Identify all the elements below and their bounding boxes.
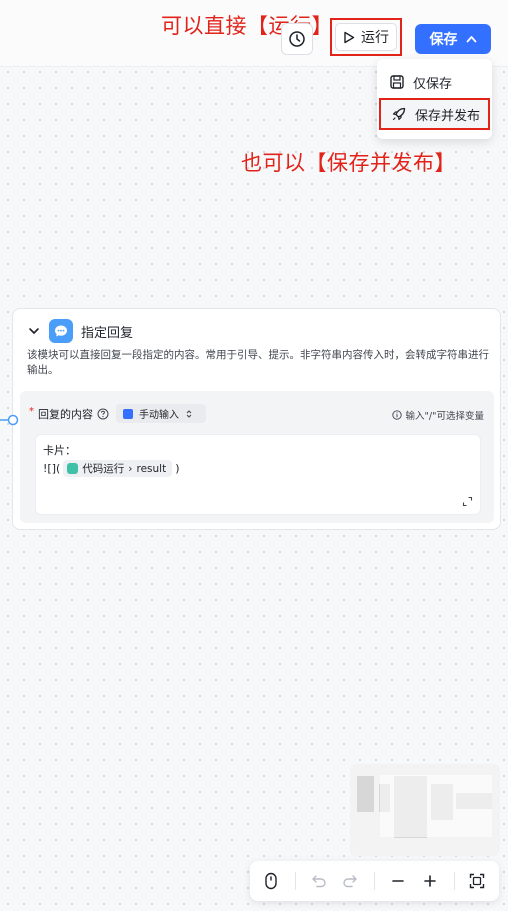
help-icon[interactable] xyxy=(97,408,109,420)
info-icon xyxy=(391,410,402,420)
variable-chip[interactable]: 代码运行 › result xyxy=(63,460,173,477)
save-label: 保存 xyxy=(429,32,458,48)
field-label-text: 回复的内容 xyxy=(38,408,93,421)
chevron-down-icon[interactable] xyxy=(27,324,41,338)
save-icon xyxy=(390,75,404,89)
undo-icon xyxy=(312,875,326,888)
menu-item-label: 保存并发布 xyxy=(415,108,481,124)
chevron-up-icon xyxy=(466,36,476,43)
reply-content-section: * 回复的内容 手动输入 输入"/"可选择变量 卡片： ![](代码运行 › … xyxy=(20,391,494,523)
history-button[interactable] xyxy=(281,23,313,55)
zoom-out-button[interactable] xyxy=(386,869,410,893)
hint-text: 输入"/"可选择变量 xyxy=(405,411,484,422)
toolbar-divider xyxy=(454,872,455,890)
run-button-highlight: 运行 xyxy=(330,18,402,56)
run-button[interactable]: 运行 xyxy=(335,23,397,51)
toolbar-divider xyxy=(374,872,375,890)
code-node-icon xyxy=(67,463,79,474)
redo-button[interactable] xyxy=(338,869,362,893)
minimap[interactable] xyxy=(350,764,500,856)
reply-node[interactable]: 指定回复 该模块可以直接回复一段指定的内容。常用于引导、提示。非字符串内容传入时… xyxy=(12,308,501,530)
minus-icon xyxy=(392,880,404,882)
plus-icon xyxy=(424,875,436,887)
zoom-in-button[interactable] xyxy=(418,869,442,893)
variable-separator: › xyxy=(128,462,133,475)
fit-view-button[interactable] xyxy=(465,869,489,893)
undo-button[interactable] xyxy=(307,869,331,893)
node-input-port-icon[interactable] xyxy=(0,414,20,426)
variable-name: result xyxy=(136,462,167,475)
variable-node-name: 代码运行 xyxy=(82,463,125,475)
input-mode-select[interactable]: 手动输入 xyxy=(116,404,206,423)
redo-icon xyxy=(343,875,357,888)
mouse-icon xyxy=(265,872,277,890)
menu-item-save-publish[interactable]: 保存并发布 xyxy=(379,98,490,130)
node-title: 指定回复 xyxy=(81,325,134,341)
annotation-publish: 也可以【保存并发布】 xyxy=(241,151,456,175)
play-icon xyxy=(344,31,355,43)
expand-icon[interactable] xyxy=(462,496,473,507)
node-description: 该模块可以直接回复一段指定的内容。常用于引导、提示。非字符串内容传入时，会转成字… xyxy=(27,349,489,376)
content-prefix: ![]( xyxy=(43,462,61,475)
toolbar-divider xyxy=(295,872,296,890)
manual-input-icon xyxy=(123,408,133,419)
minimap-node xyxy=(357,776,374,812)
editor-line-card: 卡片： xyxy=(43,444,76,457)
content-suffix: ) xyxy=(175,462,180,475)
minimap-viewport xyxy=(380,775,492,837)
rocket-icon xyxy=(392,107,406,121)
menu-item-save-only[interactable]: 仅保存 xyxy=(379,66,490,98)
save-button[interactable]: 保存 xyxy=(415,24,491,54)
run-label: 运行 xyxy=(361,30,389,46)
reply-content-editor[interactable]: 卡片： ![]( 代码运行 › result ) xyxy=(35,434,481,515)
node-header: 指定回复 xyxy=(27,319,133,343)
save-dropdown-menu: 仅保存 保存并发布 xyxy=(377,59,492,139)
canvas-toolbar xyxy=(250,861,499,901)
field-label-reply-content: * 回复的内容 xyxy=(29,406,109,422)
required-mark: * xyxy=(29,405,34,417)
fit-view-icon xyxy=(469,873,485,889)
clock-icon xyxy=(289,31,305,47)
variable-hint: 输入"/"可选择变量 xyxy=(391,408,484,422)
chat-bubble-icon xyxy=(49,319,73,343)
mouse-mode-button[interactable] xyxy=(259,869,283,893)
menu-item-label: 仅保存 xyxy=(413,76,453,92)
input-mode-value: 手动输入 xyxy=(139,410,179,421)
select-arrows-icon xyxy=(186,409,192,418)
editor-line-image: ![]( 代码运行 › result ) xyxy=(43,460,180,477)
